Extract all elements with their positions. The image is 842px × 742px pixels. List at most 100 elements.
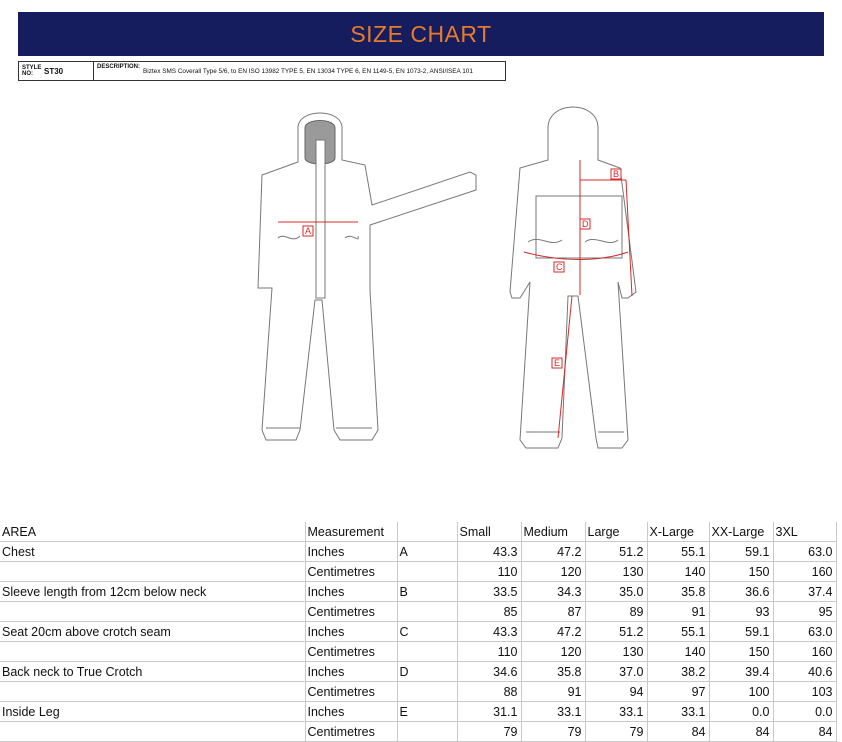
cell-x-large: 140 (647, 641, 710, 662)
cell-3xl: 95 (773, 601, 837, 622)
cell-measurement: Inches (305, 541, 398, 562)
cell-x-large: 140 (647, 561, 710, 582)
cell-large: 94 (585, 681, 648, 702)
cell-small: 43.3 (457, 541, 522, 562)
header-x-large: X-Large (647, 522, 710, 542)
cell-medium: 120 (521, 641, 586, 662)
cell-medium: 47.2 (521, 541, 586, 562)
cell-area: Chest (0, 541, 306, 562)
cell-xx-large: 93 (709, 601, 774, 622)
cell-measurement: Inches (305, 621, 398, 642)
cell-x-large: 55.1 (647, 621, 710, 642)
cell-large: 33.1 (585, 701, 648, 722)
cell-x-large: 91 (647, 601, 710, 622)
cell-xx-large: 84 (709, 721, 774, 742)
table-row: Centimetres 110 120 130 140 150 160 (0, 641, 837, 662)
cell-measurement: Inches (305, 661, 398, 682)
style-info-box: STYLE NO: ST30 DESCRIPTION: Biztex SMS C… (18, 61, 506, 81)
title-banner: SIZE CHART (18, 12, 824, 56)
cell-xx-large: 59.1 (709, 621, 774, 642)
header-medium: Medium (521, 522, 586, 542)
cell-measurement: Centimetres (305, 601, 398, 622)
cell-code: A (397, 541, 458, 562)
header-code (397, 522, 458, 542)
cell-medium: 120 (521, 561, 586, 582)
cell-code: D (397, 661, 458, 682)
cell-xx-large: 59.1 (709, 541, 774, 562)
table-row: Sleeve length from 12cm below neck Inches… (0, 581, 837, 602)
cell-xx-large: 0.0 (709, 701, 774, 722)
sleeve-measure-line-side (625, 179, 633, 297)
cell-small: 34.6 (457, 661, 522, 682)
header-xx-large: XX-Large (709, 522, 774, 542)
cell-x-large: 35.8 (647, 581, 710, 602)
cell-area: Sleeve length from 12cm below neck (0, 581, 306, 602)
cell-3xl: 63.0 (773, 621, 837, 642)
cell-3xl: 103 (773, 681, 837, 702)
table-row: Back neck to True Crotch Inches D 34.6 35.8 3… (0, 661, 837, 682)
cell-3xl: 160 (773, 561, 837, 582)
table-row: Centimetres 85 87 89 91 93 95 (0, 601, 837, 622)
cell-measurement: Inches (305, 581, 398, 602)
cell-small: 88 (457, 681, 522, 702)
marker-a: A (305, 226, 311, 236)
cell-large: 89 (585, 601, 648, 622)
table-row: Centimetres 110 120 130 140 150 160 (0, 561, 837, 582)
header-small: Small (457, 522, 522, 542)
cell-small: 110 (457, 561, 522, 582)
cell-medium: 35.8 (521, 661, 586, 682)
cell-3xl: 84 (773, 721, 837, 742)
cell-measurement: Centimetres (305, 721, 398, 742)
cell-code (397, 561, 458, 582)
cell-3xl: 160 (773, 641, 837, 662)
cell-code: B (397, 581, 458, 602)
cell-code (397, 641, 458, 662)
cell-code: E (397, 701, 458, 722)
cell-xx-large: 150 (709, 641, 774, 662)
description-label: DESCRIPTION: (97, 64, 141, 70)
description-value: Biztex SMS Coverall Type 5/6, to EN ISO … (143, 67, 473, 75)
table-row: Inside Leg Inches E 31.1 33.1 33.1 33.1 0.0 0.0 (0, 701, 837, 722)
cell-code (397, 721, 458, 742)
table-row: Chest Inches A 43.3 47.2 51.2 55.1 59.1 63.0 (0, 541, 837, 562)
cell-x-large: 97 (647, 681, 710, 702)
cell-medium: 87 (521, 601, 586, 622)
cell-small: 31.1 (457, 701, 522, 722)
cell-small: 85 (457, 601, 522, 622)
style-label: STYLE NO: (22, 65, 42, 77)
marker-b: B (613, 169, 619, 179)
header-area: AREA (0, 522, 306, 542)
cell-3xl: 63.0 (773, 541, 837, 562)
cell-area (0, 681, 306, 702)
cell-large: 37.0 (585, 661, 648, 682)
header-measurement: Measurement (305, 522, 398, 542)
cell-measurement: Centimetres (305, 681, 398, 702)
cell-large: 35.0 (585, 581, 648, 602)
front-coverall-figure (257, 112, 477, 441)
table-row: Seat 20cm above crotch seam Inches C 43.3 47… (0, 621, 837, 642)
cell-small: 79 (457, 721, 522, 742)
cell-xx-large: 39.4 (709, 661, 774, 682)
cell-area (0, 641, 306, 662)
coverall-diagram: A B C D E (257, 106, 637, 449)
back-coverall-figure (509, 106, 637, 449)
style-value: ST30 (44, 66, 64, 76)
cell-large: 51.2 (585, 541, 648, 562)
cell-xx-large: 150 (709, 561, 774, 582)
cell-code (397, 601, 458, 622)
marker-c: C (556, 262, 563, 272)
cell-code: C (397, 621, 458, 642)
cell-small: 110 (457, 641, 522, 662)
cell-area (0, 561, 306, 582)
cell-large: 130 (585, 641, 648, 662)
table-row: Centimetres 88 91 94 97 100 103 (0, 681, 837, 702)
cell-measurement: Centimetres (305, 561, 398, 582)
cell-medium: 91 (521, 681, 586, 702)
marker-e: E (554, 358, 560, 368)
cell-area (0, 601, 306, 622)
cell-small: 33.5 (457, 581, 522, 602)
header-large: Large (585, 522, 648, 542)
cell-x-large: 55.1 (647, 541, 710, 562)
table-row: Centimetres 79 79 79 84 84 84 (0, 721, 837, 742)
page-title: SIZE CHART (350, 20, 492, 47)
